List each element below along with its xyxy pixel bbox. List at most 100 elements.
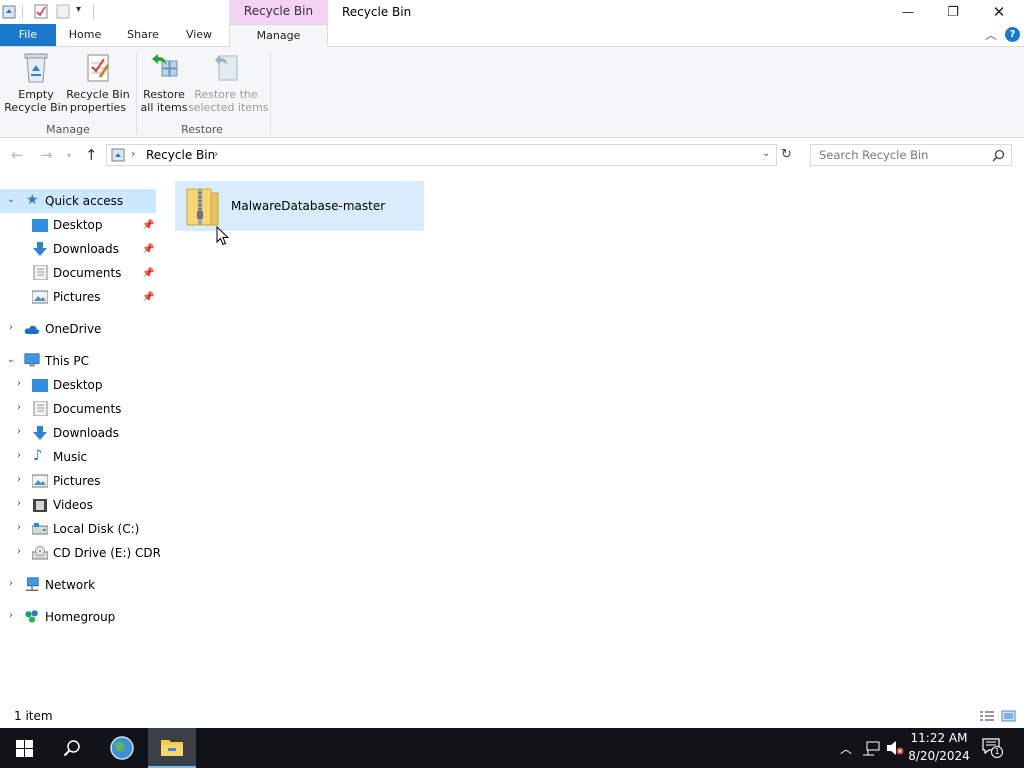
pin-icon[interactable]: 📌 bbox=[142, 292, 154, 303]
recycle-bin-properties-label: Recycle Bin properties bbox=[66, 88, 130, 114]
network-tray-icon[interactable] bbox=[862, 741, 880, 756]
file-explorer-taskbar-button[interactable] bbox=[148, 728, 196, 768]
tab-file[interactable]: File bbox=[0, 24, 56, 46]
nav-item-pc-downloads[interactable]: › Downloads bbox=[0, 421, 160, 445]
breadcrumb-chevron-icon[interactable]: › bbox=[214, 147, 218, 160]
minimize-button[interactable]: — bbox=[885, 0, 931, 24]
nav-item-network[interactable]: › Network bbox=[0, 573, 160, 597]
clock-date[interactable]: 8/20/2024 bbox=[900, 749, 978, 763]
file-name-label: MalwareDatabase-master bbox=[231, 199, 386, 213]
browser-taskbar-button[interactable] bbox=[98, 728, 146, 768]
nav-item-cd-drive[interactable]: › CD Drive (E:) CDROI bbox=[0, 541, 160, 565]
chevron-right-icon[interactable]: › bbox=[14, 426, 24, 437]
collapse-ribbon-icon[interactable]: ︿ bbox=[985, 26, 997, 43]
restore-selected-items-label: Restore the selected items bbox=[188, 88, 269, 114]
nav-item-quick-desktop[interactable]: Desktop 📌 bbox=[0, 213, 160, 237]
chevron-right-icon[interactable]: › bbox=[14, 474, 24, 485]
address-bar[interactable]: › Recycle Bin › ⌄ bbox=[106, 144, 777, 166]
search-icon bbox=[63, 740, 80, 757]
videos-icon bbox=[33, 499, 47, 512]
status-bar: 1 item bbox=[0, 705, 1024, 728]
customize-quick-access-icon[interactable]: ▾ bbox=[76, 4, 81, 15]
nav-item-onedrive[interactable]: › OneDrive bbox=[0, 317, 160, 341]
chevron-right-icon[interactable]: › bbox=[6, 578, 16, 589]
ribbon: Empty Recycle Bin Recycle Bin properties… bbox=[0, 46, 1024, 138]
show-hidden-icons-icon[interactable]: ︿ bbox=[840, 740, 852, 757]
pin-icon[interactable]: 📌 bbox=[142, 268, 154, 279]
divider bbox=[93, 5, 94, 19]
desktop-icon bbox=[32, 379, 48, 392]
search-box[interactable] bbox=[810, 144, 1012, 166]
clock-time[interactable]: 11:22 AM bbox=[900, 731, 978, 745]
large-icons-view-icon[interactable] bbox=[1001, 710, 1016, 722]
address-dropdown-icon[interactable]: ⌄ bbox=[762, 148, 770, 159]
nav-item-pc-pictures[interactable]: › Pictures bbox=[0, 469, 160, 493]
tab-home[interactable]: Home bbox=[60, 24, 110, 46]
chevron-right-icon[interactable]: › bbox=[14, 402, 24, 413]
chevron-down-icon[interactable]: ⌄ bbox=[6, 354, 16, 365]
nav-label: Pictures bbox=[53, 290, 101, 304]
search-icon[interactable] bbox=[992, 149, 1005, 162]
help-icon[interactable]: ? bbox=[1005, 27, 1020, 42]
search-taskbar-button[interactable] bbox=[48, 728, 96, 768]
breadcrumb-recycle-bin[interactable]: Recycle Bin bbox=[146, 145, 215, 165]
breadcrumb-chevron-icon[interactable]: › bbox=[131, 147, 135, 160]
new-folder-quick-icon[interactable] bbox=[56, 4, 70, 19]
cd-drive-icon bbox=[32, 546, 48, 560]
nav-label: Network bbox=[45, 578, 96, 592]
pin-icon[interactable]: 📌 bbox=[142, 220, 154, 231]
contextual-tab-group-title: Recycle Bin Tools bbox=[229, 0, 328, 40]
documents-icon bbox=[33, 265, 48, 280]
close-button[interactable]: ✕ bbox=[976, 0, 1022, 24]
nav-item-quick-documents[interactable]: Documents 📌 bbox=[0, 261, 160, 285]
recycle-bin-properties-button[interactable]: Recycle Bin properties bbox=[66, 51, 130, 114]
chevron-right-icon[interactable]: › bbox=[6, 322, 16, 333]
close-icon: ✕ bbox=[992, 3, 1006, 21]
chevron-right-icon[interactable]: › bbox=[14, 450, 24, 461]
chevron-right-icon[interactable]: › bbox=[14, 378, 24, 389]
start-button[interactable] bbox=[0, 728, 48, 768]
restore-all-items-button[interactable]: Restore all items bbox=[138, 51, 190, 114]
desktop-icon bbox=[32, 219, 48, 232]
refresh-icon[interactable]: ↻ bbox=[781, 147, 792, 162]
tab-view[interactable]: View bbox=[176, 24, 222, 46]
chevron-right-icon[interactable]: › bbox=[14, 522, 24, 533]
restore-selected-items-button[interactable]: Restore the selected items bbox=[188, 51, 269, 114]
nav-item-pc-desktop[interactable]: › Desktop bbox=[0, 373, 160, 397]
back-arrow-icon[interactable]: ← bbox=[11, 146, 24, 164]
nav-item-quick-downloads[interactable]: Downloads 📌 bbox=[0, 237, 160, 261]
nav-item-homegroup[interactable]: › Homegroup bbox=[0, 605, 160, 629]
restore-button[interactable]: ❐ bbox=[930, 0, 976, 24]
tab-share[interactable]: Share bbox=[119, 24, 167, 46]
nav-item-quick-access[interactable]: ⌄ ★ Quick access bbox=[0, 189, 156, 213]
restore-all-icon bbox=[152, 54, 178, 77]
action-center-button[interactable]: 1 bbox=[982, 738, 1004, 758]
nav-item-pc-music[interactable]: › ♪ Music bbox=[0, 445, 160, 469]
empty-recycle-bin-button[interactable]: Empty Recycle Bin bbox=[4, 51, 68, 114]
recent-locations-icon[interactable]: ▾ bbox=[67, 151, 71, 160]
nav-label: Desktop bbox=[53, 218, 103, 232]
restore-icon: ❐ bbox=[947, 4, 959, 20]
nav-item-quick-pictures[interactable]: Pictures 📌 bbox=[0, 285, 160, 309]
nav-item-pc-videos[interactable]: › Videos bbox=[0, 493, 160, 517]
restore-all-items-label: Restore all items bbox=[140, 88, 188, 114]
forward-arrow-icon[interactable]: → bbox=[40, 146, 53, 164]
browser-globe-icon bbox=[110, 736, 134, 760]
recycle-bin-icon bbox=[24, 53, 48, 83]
pin-icon[interactable]: 📌 bbox=[142, 244, 154, 255]
nav-item-local-disk[interactable]: › Local Disk (C:) bbox=[0, 517, 160, 541]
chevron-right-icon[interactable]: › bbox=[6, 610, 16, 621]
search-input[interactable] bbox=[811, 145, 986, 165]
up-arrow-icon[interactable]: ↑ bbox=[85, 146, 98, 164]
details-view-icon[interactable] bbox=[979, 710, 995, 722]
properties-quick-icon[interactable] bbox=[34, 4, 48, 19]
nav-item-pc-documents[interactable]: › Documents bbox=[0, 397, 160, 421]
file-item[interactable]: MalwareDatabase-master bbox=[175, 181, 424, 231]
chevron-down-icon[interactable]: ⌄ bbox=[6, 194, 16, 205]
chevron-right-icon[interactable]: › bbox=[14, 498, 24, 509]
nav-item-this-pc[interactable]: ⌄ This PC bbox=[0, 349, 160, 373]
chevron-right-icon[interactable]: › bbox=[14, 546, 24, 557]
mouse-cursor-icon bbox=[216, 226, 229, 246]
nav-label: CD Drive (E:) CDROI bbox=[53, 546, 160, 560]
tab-manage[interactable]: Manage bbox=[229, 24, 328, 47]
